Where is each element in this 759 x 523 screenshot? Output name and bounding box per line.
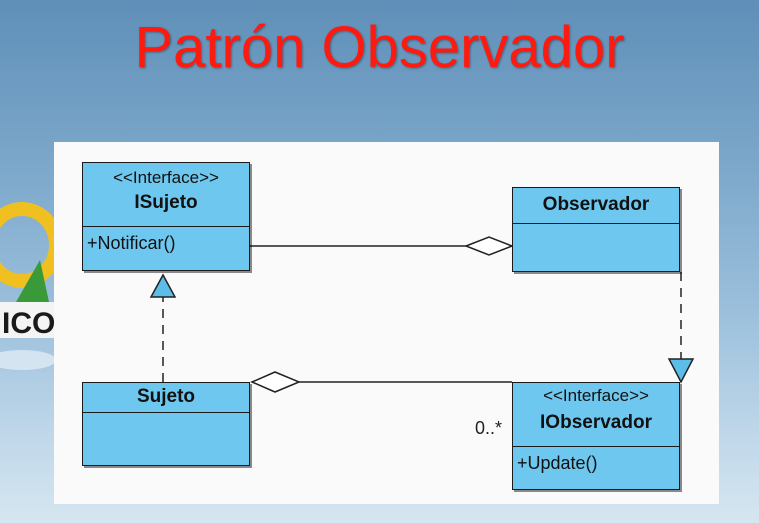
operation-update: +Update()	[517, 453, 598, 473]
class-iobservador: <<Interface>> IObservador +Update()	[512, 382, 680, 490]
diagram-canvas: <<Interface>> ISujeto +Notificar() Obser…	[54, 142, 719, 504]
stereotype-label: <<Interface>>	[543, 386, 649, 405]
class-name: Observador	[542, 194, 650, 215]
realization-arrowhead	[667, 358, 695, 384]
class-name: Sujeto	[136, 386, 196, 407]
realization-arrowhead	[149, 273, 177, 298]
slide-title: Patrón Observador	[134, 15, 625, 80]
class-observador: Observador	[512, 187, 680, 272]
class-isujeto: <<Interface>> ISujeto +Notificar()	[82, 162, 250, 271]
class-sujeto: Sujeto	[82, 382, 250, 466]
aggregation-diamond	[250, 371, 301, 393]
multiplicity-label: 0..*	[475, 418, 503, 438]
class-name: ISujeto	[134, 192, 198, 213]
operation-notificar: +Notificar()	[87, 233, 176, 253]
stereotype-label: <<Interface>>	[113, 168, 219, 187]
aggregation-diamond	[463, 236, 515, 256]
class-name: IObservador	[540, 412, 652, 433]
logo-icon: ICO	[0, 202, 60, 370]
svg-text:ICO: ICO	[2, 307, 55, 340]
